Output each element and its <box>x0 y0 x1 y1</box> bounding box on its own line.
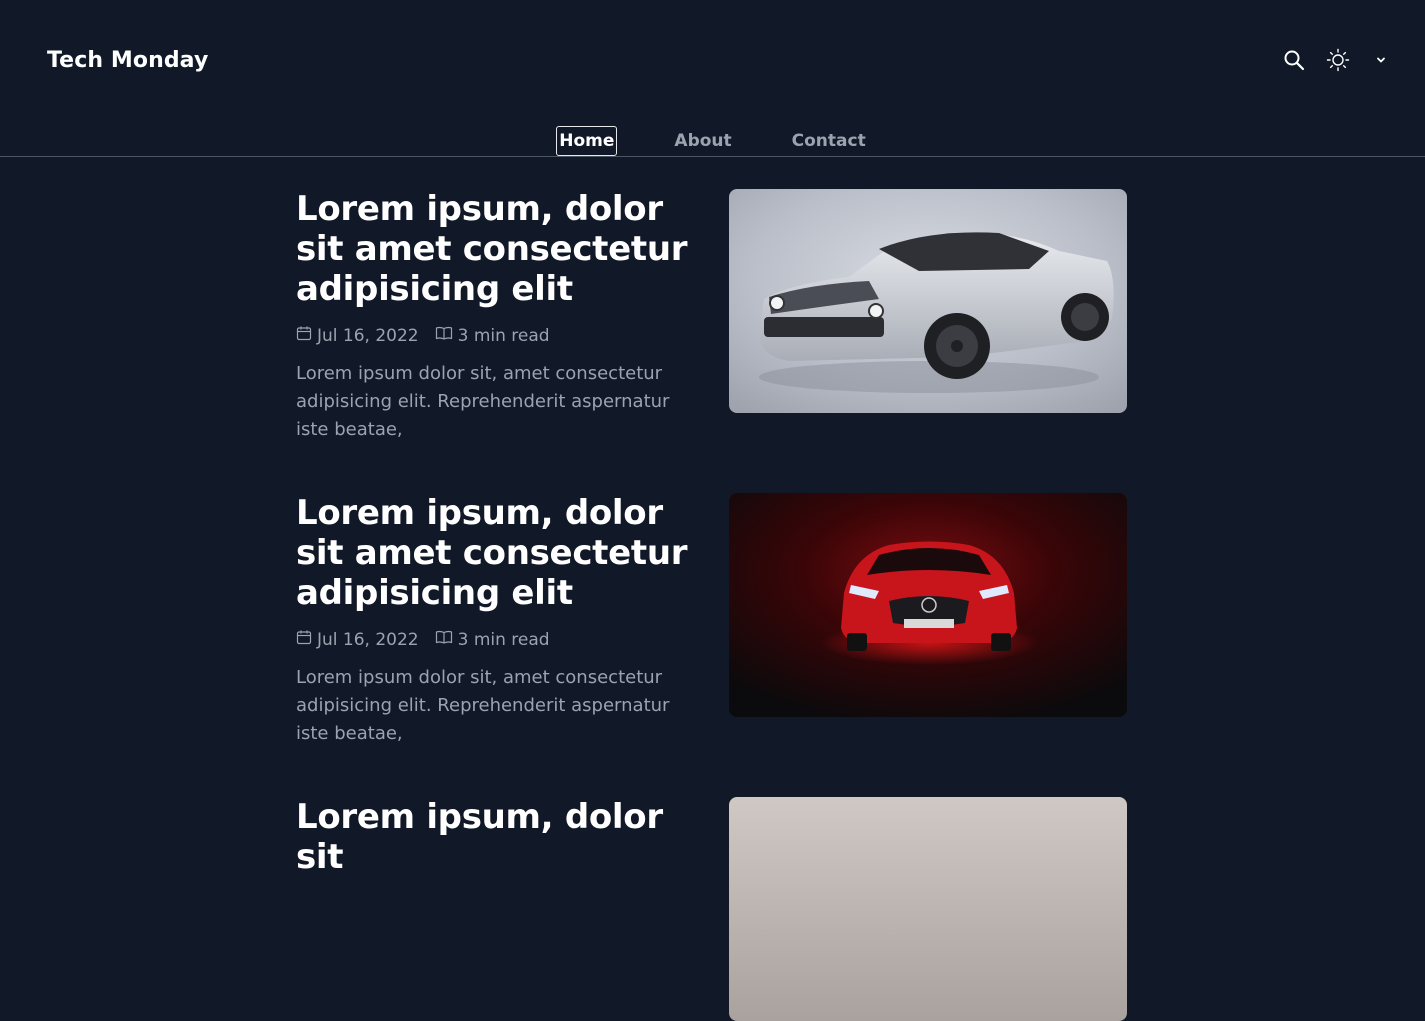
post-meta: Jul 16, 2022 3 min read <box>296 325 696 346</box>
post-text: Lorem ipsum, dolor sit amet consectetur … <box>296 189 696 444</box>
site-header: Tech Monday Home About Contact <box>0 0 1425 157</box>
post-excerpt: Lorem ipsum dolor sit, amet consectetur … <box>296 667 670 744</box>
nav-home[interactable]: Home <box>556 126 618 156</box>
post-read-time: 3 min read <box>435 325 550 346</box>
post-meta: Jul 16, 2022 3 min read <box>296 629 696 650</box>
post-text: Lorem ipsum, dolor sit amet consectetur … <box>296 493 696 748</box>
book-icon <box>435 629 453 650</box>
post-image[interactable] <box>729 493 1127 717</box>
post-title[interactable]: Lorem ipsum, dolor sit amet consectetur … <box>296 493 696 613</box>
post-date: Jul 16, 2022 <box>296 325 419 346</box>
calendar-icon <box>296 629 312 650</box>
post-image[interactable] <box>729 797 1127 1021</box>
calendar-icon <box>296 325 312 346</box>
post-read-time-text: 3 min read <box>457 629 550 650</box>
site-brand[interactable]: Tech Monday <box>47 48 208 73</box>
header-divider <box>0 156 1425 157</box>
sun-icon[interactable] <box>1325 47 1351 73</box>
nav-contact[interactable]: Contact <box>789 126 869 156</box>
post-card[interactable]: Lorem ipsum, dolor sit amet consectetur … <box>296 493 1127 744</box>
post-image[interactable] <box>729 189 1127 413</box>
post-title[interactable]: Lorem ipsum, dolor sit <box>296 797 696 877</box>
post-card[interactable]: Lorem ipsum, dolor sit <box>296 797 1127 1021</box>
post-date: Jul 16, 2022 <box>296 629 419 650</box>
search-icon[interactable] <box>1283 49 1305 71</box>
post-excerpt: Lorem ipsum dolor sit, amet consectetur … <box>296 363 670 440</box>
book-icon <box>435 325 453 346</box>
nav-about[interactable]: About <box>671 126 734 156</box>
post-read-time-text: 3 min read <box>457 325 550 346</box>
header-toolbar <box>1283 47 1387 73</box>
post-card[interactable]: Lorem ipsum, dolor sit amet consectetur … <box>296 189 1127 440</box>
post-title[interactable]: Lorem ipsum, dolor sit amet consectetur … <box>296 189 696 309</box>
post-date-text: Jul 16, 2022 <box>317 629 419 650</box>
post-text: Lorem ipsum, dolor sit <box>296 797 696 877</box>
chevron-down-icon[interactable] <box>1375 54 1387 66</box>
post-read-time: 3 min read <box>435 629 550 650</box>
main-nav: Home About Contact <box>0 126 1425 156</box>
post-date-text: Jul 16, 2022 <box>317 325 419 346</box>
